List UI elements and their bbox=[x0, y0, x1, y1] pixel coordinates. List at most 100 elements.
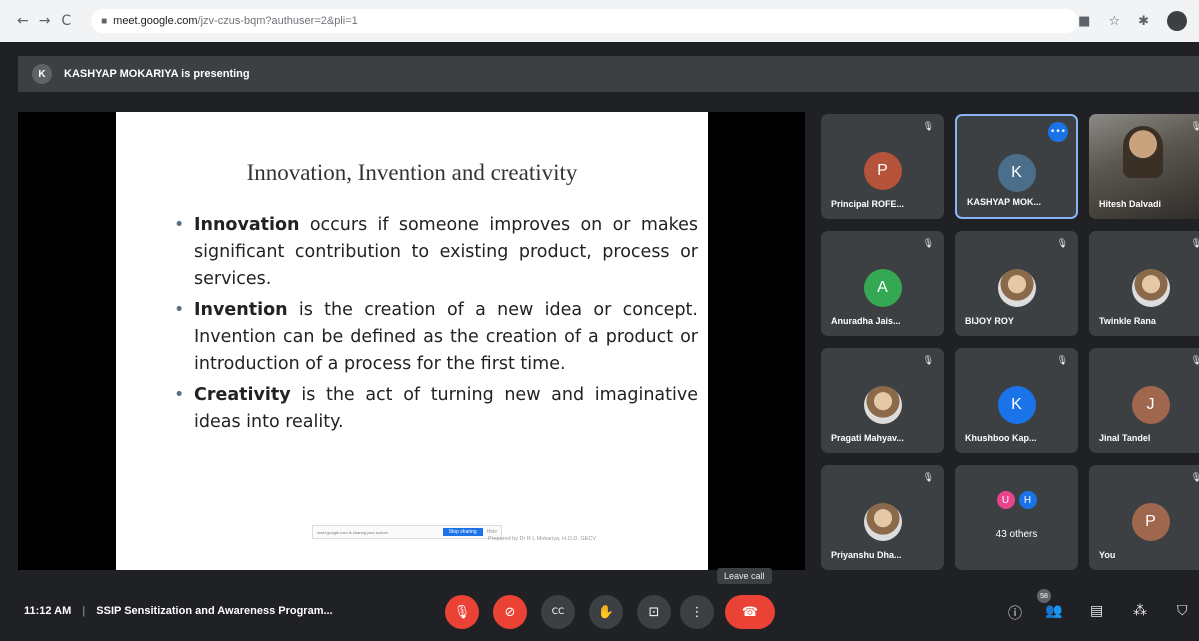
bullet-term: Innovation bbox=[194, 215, 300, 235]
avatar: A bbox=[863, 269, 902, 307]
profile-avatar[interactable] bbox=[1167, 11, 1187, 31]
avatar: K bbox=[997, 154, 1036, 192]
extensions-puzzle-icon[interactable]: ✱ bbox=[1138, 14, 1149, 29]
participant-name: Twinkle Rana bbox=[1099, 316, 1156, 326]
phone-hangup-icon: ☎ bbox=[741, 604, 759, 620]
meeting-controls-bar: 11:12 AM | SSIP Sensitization and Awaren… bbox=[0, 585, 1199, 641]
captions-icon: CC bbox=[551, 607, 565, 617]
avatar: J bbox=[1131, 386, 1170, 424]
share-notice-text: meet.google.com is sharing your screen. bbox=[317, 529, 390, 535]
mic-muted-icon: 🎙 bbox=[1056, 356, 1068, 366]
raise-hand-icon: ✋ bbox=[597, 604, 615, 620]
leave-call-tooltip: Leave call bbox=[717, 568, 772, 584]
bullet-item: Invention is the creation of a new idea … bbox=[168, 297, 698, 378]
bookmark-star-icon[interactable]: ☆ bbox=[1108, 14, 1120, 29]
participant-tile[interactable]: P 🎙 You bbox=[1089, 465, 1199, 570]
mini-avatar: U bbox=[994, 489, 1017, 511]
bullet-item: Innovation occurs if someone improves on… bbox=[168, 212, 698, 293]
mic-muted-icon: 🎙 bbox=[922, 122, 934, 132]
leave-call-button[interactable]: ☎ bbox=[725, 595, 775, 629]
raise-hand-button[interactable]: ✋ bbox=[589, 595, 623, 629]
others-tile[interactable]: U H 43 others bbox=[955, 465, 1078, 570]
back-button[interactable]: ← bbox=[12, 13, 34, 29]
participant-name: Pragati Mahyav... bbox=[831, 433, 904, 443]
participant-name: Hitesh Dalvadi bbox=[1099, 199, 1162, 209]
meeting-details: 11:12 AM | SSIP Sensitization and Awaren… bbox=[24, 605, 333, 617]
participant-name: KASHYAP MOK... bbox=[967, 197, 1042, 207]
address-bar[interactable]: ■ meet.google.com /jzv-czus-bqm?authuser… bbox=[91, 9, 1079, 33]
mic-muted-icon: 🎙 bbox=[1190, 239, 1199, 249]
participant-tile[interactable]: 🎙 Priyanshu Dha... bbox=[821, 465, 944, 570]
mic-muted-icon: 🎙 bbox=[922, 356, 934, 366]
video-feed bbox=[1123, 126, 1163, 178]
participant-tile[interactable]: 🎙 Pragati Mahyav... bbox=[821, 348, 944, 453]
bullet-term: Creativity bbox=[194, 385, 291, 405]
participant-tile[interactable]: K 🎙 Khushboo Kap... bbox=[955, 348, 1078, 453]
people-icon[interactable]: 👥 bbox=[1045, 603, 1062, 619]
others-avatars: UH bbox=[994, 489, 1039, 511]
mic-muted-icon: 🎙 bbox=[1056, 239, 1068, 249]
url-path: /jzv-czus-bqm?authuser=2&pli=1 bbox=[197, 15, 358, 27]
slide-title: Innovation, Invention and creativity bbox=[246, 160, 578, 185]
participant-name: You bbox=[1099, 550, 1116, 560]
activities-icon[interactable]: ⁂ bbox=[1133, 603, 1147, 619]
presented-slide: Innovation, Invention and creativity Inn… bbox=[116, 112, 708, 570]
participant-tile[interactable]: A 🎙 Anuradha Jais... bbox=[821, 231, 944, 336]
participant-name: Jinal Tandel bbox=[1099, 433, 1151, 443]
participant-name: Khushboo Kap... bbox=[965, 433, 1037, 443]
participant-tile[interactable]: K ••• KASHYAP MOK... bbox=[955, 114, 1078, 219]
mic-muted-icon: 🎙 bbox=[1190, 473, 1199, 483]
avatar-photo bbox=[1131, 269, 1170, 307]
forward-button[interactable]: → bbox=[34, 13, 56, 29]
presenting-banner: K KASHYAP MOKARIYA is presenting bbox=[18, 56, 1199, 92]
people-count-badge: 58 bbox=[1037, 589, 1051, 603]
avatar-photo bbox=[863, 503, 902, 541]
participant-tile[interactable]: 🎙 Twinkle Rana bbox=[1089, 231, 1199, 336]
mic-off-button[interactable]: 🎙 bbox=[445, 595, 479, 629]
host-controls-icon[interactable]: ⛉ bbox=[1177, 603, 1188, 619]
camera-off-icon: ⊘ bbox=[504, 604, 516, 620]
more-options-button[interactable]: ⋮ bbox=[680, 595, 714, 629]
participant-name: Principal ROFE... bbox=[831, 199, 905, 209]
extension-icon[interactable]: ■ bbox=[1078, 14, 1090, 29]
presenting-label: KASHYAP MOKARIYA is presenting bbox=[64, 68, 250, 80]
meeting-info-icon[interactable]: ⓘ bbox=[1008, 603, 1022, 623]
meeting-title[interactable]: SSIP Sensitization and Awareness Program… bbox=[96, 605, 332, 617]
present-icon: ⊡ bbox=[648, 604, 660, 620]
others-count-label: 43 others bbox=[995, 529, 1038, 540]
captions-button[interactable]: CC bbox=[541, 595, 575, 629]
mic-muted-icon: 🎙 bbox=[922, 473, 934, 483]
presenter-avatar: K bbox=[32, 64, 52, 84]
bullet-item: Creativity is the act of turning new and… bbox=[168, 382, 698, 436]
present-button[interactable]: ⊡ bbox=[637, 595, 671, 629]
mic-muted-icon: 🎙 bbox=[1190, 356, 1199, 366]
mini-avatar: H bbox=[1016, 489, 1039, 511]
mic-muted-icon: 🎙 bbox=[1190, 122, 1199, 132]
slide-bullets: Innovation occurs if someone improves on… bbox=[168, 212, 698, 440]
mic-muted-icon: 🎙 bbox=[922, 239, 934, 249]
browser-toolbar: ← → C ■ meet.google.com /jzv-czus-bqm?au… bbox=[0, 0, 1199, 42]
avatar: P bbox=[863, 152, 902, 190]
participant-name: Priyanshu Dha... bbox=[831, 550, 902, 560]
separator: | bbox=[82, 605, 86, 617]
participant-tile[interactable]: 🎙 BIJOY ROY bbox=[955, 231, 1078, 336]
slide-footer: Prepared by Dr R L Mokariya, H.O.D. GECV bbox=[488, 536, 596, 542]
meeting-time: 11:12 AM bbox=[24, 605, 72, 617]
stop-sharing-button[interactable]: Stop sharing bbox=[442, 528, 483, 536]
url-host: meet.google.com bbox=[113, 15, 198, 27]
chat-icon[interactable]: ▤ bbox=[1090, 603, 1103, 619]
tile-more-options-icon[interactable]: ••• bbox=[1048, 122, 1068, 142]
more-vert-icon: ⋮ bbox=[690, 604, 704, 620]
participant-tile[interactable]: P 🎙 Principal ROFE... bbox=[821, 114, 944, 219]
avatar-photo bbox=[863, 386, 902, 424]
camera-off-button[interactable]: ⊘ bbox=[493, 595, 527, 629]
avatar-photo bbox=[997, 269, 1036, 307]
lock-icon: ■ bbox=[101, 15, 108, 27]
reload-button[interactable]: C bbox=[55, 13, 77, 29]
bullet-term: Invention bbox=[194, 300, 288, 320]
participant-name: BIJOY ROY bbox=[965, 316, 1014, 326]
participant-tile[interactable]: J 🎙 Jinal Tandel bbox=[1089, 348, 1199, 453]
avatar: K bbox=[997, 386, 1036, 424]
presentation-stage: Innovation, Invention and creativity Inn… bbox=[18, 112, 805, 570]
participant-tile[interactable]: 🎙 Hitesh Dalvadi bbox=[1089, 114, 1199, 219]
